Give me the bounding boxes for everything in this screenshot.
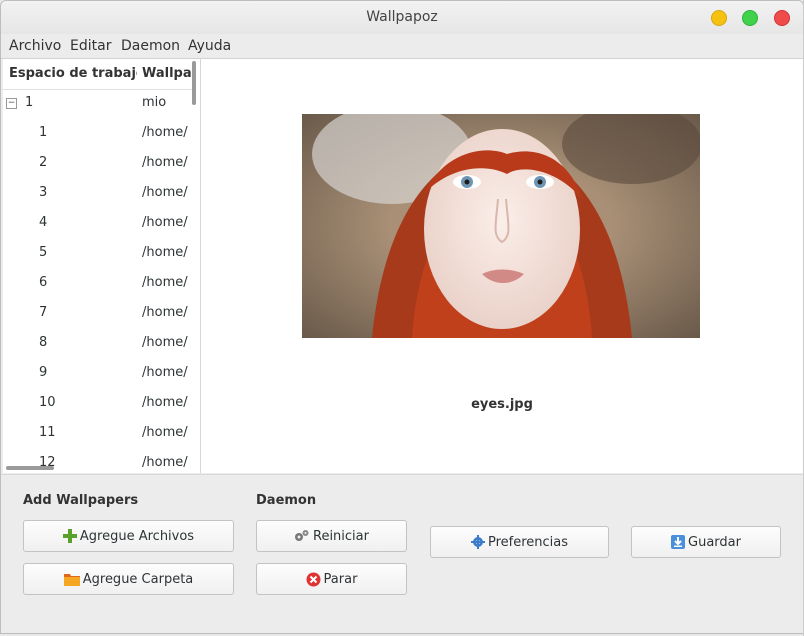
stop-icon (306, 572, 321, 587)
menu-bar: Archivo Editar Daemon Ayuda (1, 34, 803, 59)
wallpaper-cell: /home/ (142, 305, 188, 320)
stop-button[interactable]: Parar (256, 563, 407, 595)
gear-icon (470, 535, 485, 549)
wallpaper-cell: /home/ (142, 245, 188, 260)
menu-editar[interactable]: Editar (70, 38, 111, 54)
add-folder-label: Agregue Carpeta (82, 571, 194, 587)
close-button[interactable] (774, 10, 790, 26)
actions-panel: Add Wallpapers Daemon Agregue Archivos A… (1, 474, 803, 633)
workspace-cell: 1 (39, 125, 48, 140)
wallpaper-cell: /home/ (142, 125, 188, 140)
app-window: Wallpapoz Archivo Editar Daemon Ayuda Es… (0, 0, 804, 634)
wallpaper-cell: /home/ (142, 335, 188, 350)
table-row[interactable]: 11/home/ (3, 418, 189, 448)
plus-icon (62, 529, 77, 543)
wallpaper-cell: /home/ (142, 275, 188, 290)
workspace-cell: 3 (39, 185, 48, 200)
workspace-cell: 4 (39, 215, 48, 230)
preferences-label: Preferencias (487, 534, 569, 550)
workspace-cell: 6 (39, 275, 48, 290)
add-folder-button[interactable]: Agregue Carpeta (23, 563, 234, 595)
wallpaper-preview-image (302, 114, 700, 338)
wallpaper-cell: /home/ (142, 365, 188, 380)
collapse-icon[interactable]: − (6, 98, 17, 109)
table-row[interactable]: 6/home/ (3, 268, 189, 298)
wallpaper-cell: /home/ (142, 425, 188, 440)
preferences-button[interactable]: Preferencias (430, 526, 609, 558)
workspace-cell: 9 (39, 365, 48, 380)
save-button[interactable]: Guardar (631, 526, 781, 558)
workspace-cell: 7 (39, 305, 48, 320)
menu-ayuda[interactable]: Ayuda (188, 38, 231, 54)
column-header-wallpaper[interactable]: Wallpap (137, 59, 194, 90)
workspace-cell: 11 (39, 425, 56, 440)
table-row[interactable]: 8/home/ (3, 328, 189, 358)
add-wallpapers-label: Add Wallpapers (23, 493, 139, 508)
workspace-tree[interactable]: Espacio de trabajo Wallpap − 1 mio 1/hom… (3, 59, 201, 473)
tree-row-parent[interactable]: − 1 mio (3, 88, 189, 118)
horizontal-scrollbar[interactable] (6, 466, 54, 470)
table-row[interactable]: 3/home/ (3, 178, 189, 208)
add-files-button[interactable]: Agregue Archivos (23, 520, 234, 552)
table-row[interactable]: 10/home/ (3, 388, 189, 418)
window-title: Wallpapoz (366, 9, 438, 25)
workspace-cell: 5 (39, 245, 48, 260)
preview-filename: eyes.jpg (471, 397, 533, 412)
restart-button[interactable]: Reiniciar (256, 520, 407, 552)
wallpaper-cell: mio (142, 95, 167, 110)
maximize-button[interactable] (742, 10, 758, 26)
folder-icon (63, 572, 80, 586)
table-row[interactable]: 4/home/ (3, 208, 189, 238)
workspace-cell: 1 (25, 95, 34, 110)
minimize-button[interactable] (711, 10, 727, 26)
table-row[interactable]: 7/home/ (3, 298, 189, 328)
workspace-cell: 2 (39, 155, 48, 170)
table-row[interactable]: 1/home/ (3, 118, 189, 148)
menu-archivo[interactable]: Archivo (9, 38, 61, 54)
table-row[interactable]: 5/home/ (3, 238, 189, 268)
wallpaper-cell: /home/ (142, 155, 188, 170)
wallpaper-cell: /home/ (142, 455, 188, 470)
vertical-scrollbar[interactable] (192, 61, 196, 105)
save-label: Guardar (688, 534, 741, 550)
workspace-cell: 8 (39, 335, 48, 350)
menu-daemon[interactable]: Daemon (121, 38, 180, 54)
download-icon (671, 535, 686, 549)
title-bar: Wallpapoz (1, 1, 803, 34)
restart-label: Reiniciar (313, 528, 369, 544)
column-header-workspace[interactable]: Espacio de trabajo (3, 59, 143, 90)
table-row[interactable]: 2/home/ (3, 148, 189, 178)
table-row[interactable]: 9/home/ (3, 358, 189, 388)
add-files-label: Agregue Archivos (79, 528, 195, 544)
wallpaper-preview-pane: eyes.jpg (201, 59, 803, 473)
stop-label: Parar (323, 571, 358, 587)
wallpaper-cell: /home/ (142, 395, 188, 410)
gears-icon (294, 529, 310, 543)
wallpaper-cell: /home/ (142, 215, 188, 230)
workspace-cell: 10 (39, 395, 56, 410)
daemon-label: Daemon (256, 493, 317, 508)
wallpaper-cell: /home/ (142, 185, 188, 200)
